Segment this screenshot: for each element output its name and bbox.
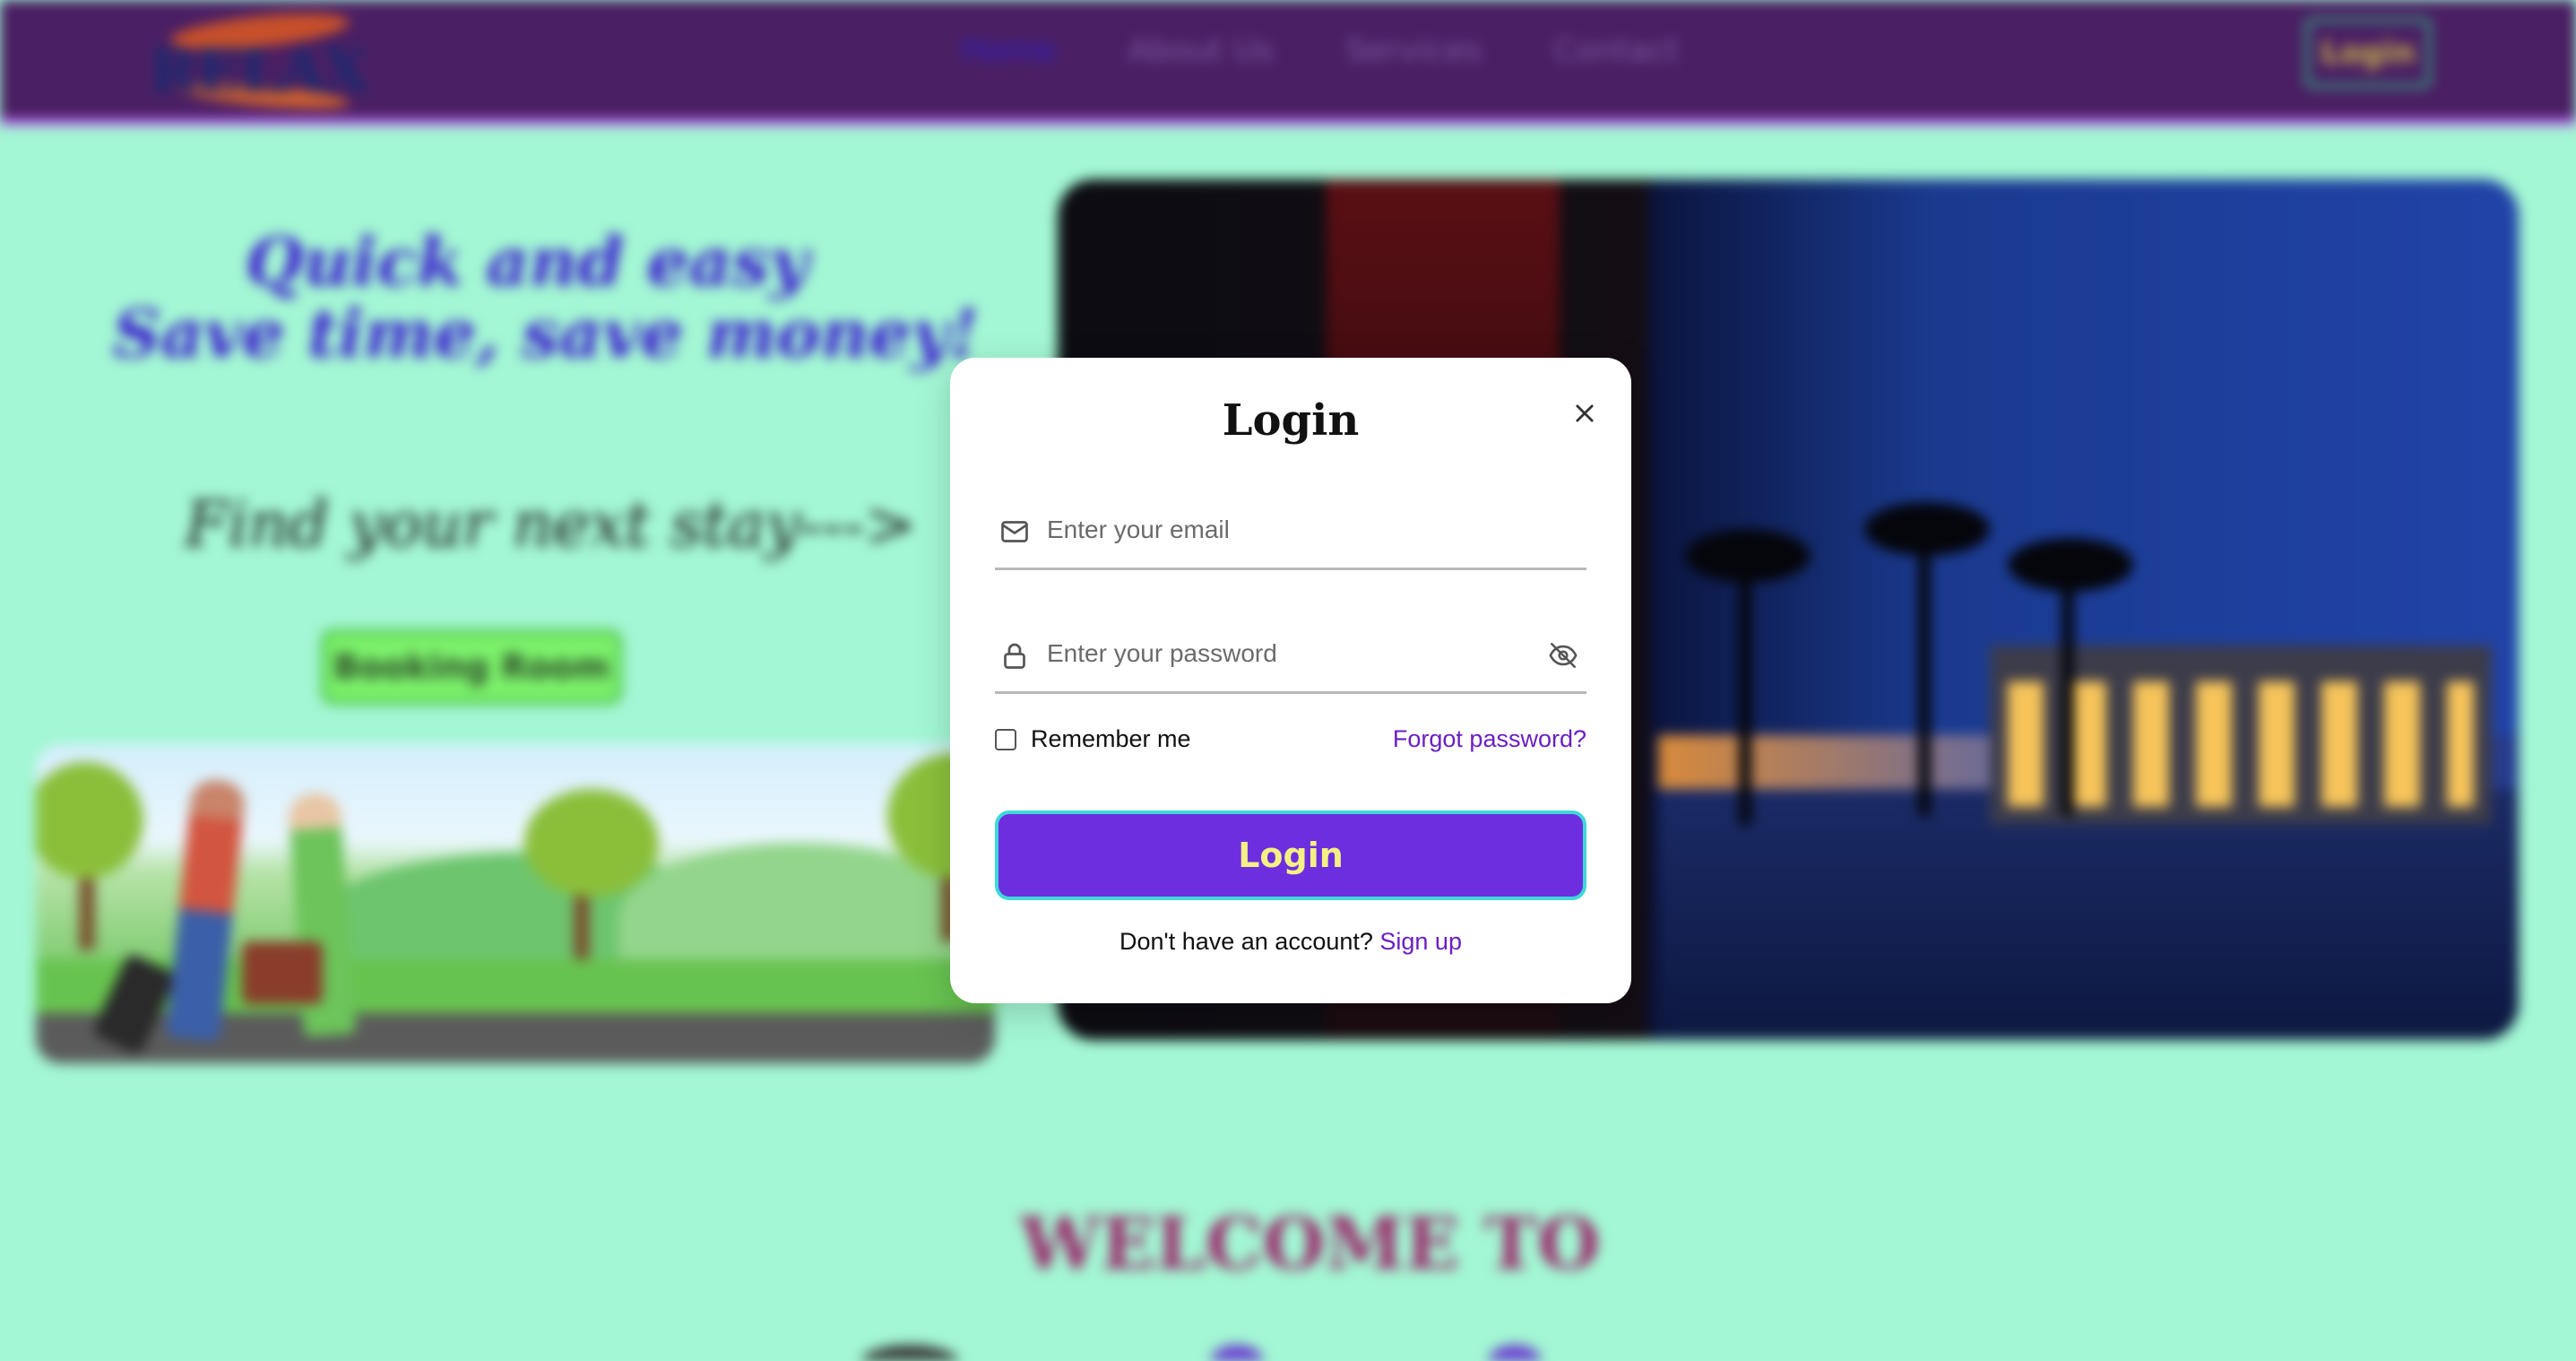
signup-row: Don't have an account? Sign up [950,928,1631,956]
palm-leaves [1864,502,1990,556]
eye-off-icon[interactable] [1543,636,1583,675]
nav-link-services[interactable]: Services [1345,32,1482,69]
nav-link-about[interactable]: About Us [1128,32,1274,69]
login-submit-button[interactable]: Login [995,811,1586,900]
palm-trunk [2062,565,2074,816]
hero-headline-1: Quick and easy [246,224,808,301]
peek-shape [1210,1345,1264,1361]
welcome-logo-peek [860,1345,1757,1361]
peek-shape [1488,1345,1542,1361]
remember-me-row: Remember me [995,725,1191,753]
palm-leaves [2008,538,2133,592]
nav-link-home[interactable]: Home [961,32,1056,69]
password-field-wrapper [995,618,1586,694]
tree-crown [524,789,659,897]
nav-links: Home About Us Services Contact [961,32,1679,69]
nav-link-contact[interactable]: Contact [1553,32,1679,69]
lock-icon [997,637,1033,673]
navbar-login-button[interactable]: Login [2305,18,2431,88]
hero-tagline: Find your next stay---> [185,488,917,561]
remember-me-checkbox[interactable] [995,728,1016,750]
palm-trunk [1739,556,1751,825]
travelers-illustration [36,744,995,1063]
booking-room-button[interactable]: Booking Room [321,629,622,705]
modal-title: Login [1222,395,1360,446]
peek-shape [860,1345,959,1361]
remember-me-label[interactable]: Remember me [1031,725,1191,753]
suitcase-brown [242,941,323,1004]
signup-prompt: Don't have an account? [1119,928,1380,955]
signup-link[interactable]: Sign up [1379,928,1462,955]
welcome-heading: WELCOME TO [1020,1201,1601,1286]
logo-text: RELAX [149,36,369,106]
login-modal: Login Remember me Forgot password? Login… [950,358,1631,1003]
palm-trunk [1918,529,1931,816]
site-logo[interactable]: RELAX [143,6,376,114]
mail-icon [997,514,1033,550]
top-navbar: RELAX Home About Us Services Contact Log… [0,0,2576,126]
email-field-wrapper [995,494,1586,570]
photo-pool [1658,789,2519,1040]
email-input[interactable] [1047,503,1531,557]
photo-building-lights [2008,681,2474,807]
tree-crown [36,762,143,879]
palm-leaves [1685,529,1811,583]
hero-headline-2: Save time, save money! [113,296,979,373]
forgot-password-link[interactable]: Forgot password? [1393,725,1586,753]
password-input[interactable] [1047,627,1531,680]
close-icon[interactable] [1560,388,1610,438]
